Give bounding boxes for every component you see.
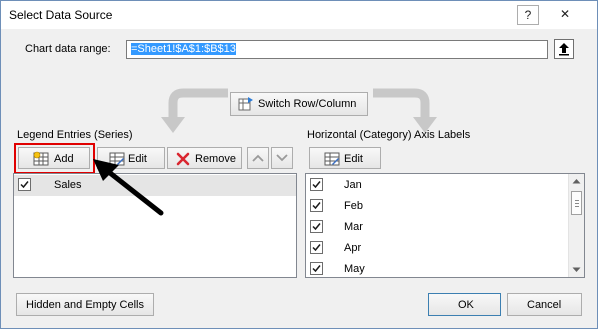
- chevron-up-icon: [252, 154, 264, 162]
- cancel-label: Cancel: [527, 299, 562, 311]
- axis-label-text: Feb: [344, 200, 363, 212]
- edit-axis-labels-label: Edit: [344, 153, 363, 165]
- chart-data-range-value: =Sheet1!$A$1:$B$13: [131, 43, 236, 55]
- legend-entries-heading: Legend Entries (Series): [17, 129, 133, 141]
- ok-button[interactable]: OK: [428, 293, 501, 316]
- edit-table-icon: [324, 152, 340, 166]
- ok-label: OK: [458, 299, 474, 311]
- cancel-button[interactable]: Cancel: [507, 293, 582, 316]
- list-item[interactable]: Feb: [306, 196, 584, 217]
- axis-labels-heading: Horizontal (Category) Axis Labels: [307, 129, 471, 141]
- chart-data-range-input[interactable]: =Sheet1!$A$1:$B$13: [126, 40, 548, 59]
- list-item[interactable]: Apr: [306, 238, 584, 259]
- axis-label-checkbox[interactable]: [310, 199, 323, 212]
- scroll-up-icon[interactable]: [572, 178, 581, 184]
- scroll-thumb[interactable]: [571, 191, 582, 215]
- axis-label-checkbox[interactable]: [310, 178, 323, 191]
- checkmark-icon: [312, 244, 321, 252]
- help-icon: ?: [524, 8, 532, 22]
- hidden-empty-cells-label: Hidden and Empty Cells: [26, 299, 145, 311]
- axis-label-text: May: [344, 263, 365, 275]
- axis-label-text: Mar: [344, 221, 363, 233]
- pointer-arrow-icon: [93, 159, 164, 216]
- axis-list-scrollbar[interactable]: [568, 174, 584, 277]
- remove-series-label: Remove: [195, 153, 236, 165]
- list-item[interactable]: Mar: [306, 217, 584, 238]
- title-bar: Select Data Source ? ✕: [1, 1, 597, 29]
- collapse-arrow-icon: [559, 43, 569, 56]
- select-data-source-dialog: Select Data Source ? ✕ Chart data range:…: [0, 0, 598, 329]
- move-down-button[interactable]: [271, 147, 293, 169]
- axis-label-checkbox[interactable]: [310, 241, 323, 254]
- axis-label-text: Apr: [344, 242, 362, 254]
- list-item[interactable]: Jan: [306, 175, 584, 196]
- add-button-highlight: [14, 143, 95, 174]
- switch-row-column-button[interactable]: Switch Row/Column: [230, 92, 368, 116]
- move-up-button[interactable]: [247, 147, 269, 169]
- checkmark-icon: [312, 223, 321, 231]
- chevron-down-icon: [276, 154, 288, 162]
- axis-labels-list[interactable]: Jan Feb Mar Apr May: [305, 173, 585, 278]
- checkmark-icon: [312, 202, 321, 210]
- scroll-down-icon[interactable]: [572, 267, 581, 273]
- checkmark-icon: [312, 181, 321, 189]
- hidden-empty-cells-button[interactable]: Hidden and Empty Cells: [16, 293, 154, 316]
- checkmark-icon: [312, 265, 321, 273]
- switch-row-column-icon: [238, 97, 253, 111]
- axis-label-text: Jan: [344, 179, 362, 191]
- close-button[interactable]: ✕: [541, 5, 589, 25]
- help-button[interactable]: ?: [517, 5, 539, 25]
- axis-label-checkbox[interactable]: [310, 262, 323, 275]
- series-name: Sales: [54, 179, 82, 191]
- close-icon: ✕: [559, 7, 571, 21]
- series-checkbox[interactable]: [18, 178, 31, 191]
- collapse-dialog-button[interactable]: [554, 39, 574, 59]
- switch-row-column-label: Switch Row/Column: [258, 98, 357, 110]
- window-title: Select Data Source: [9, 8, 113, 22]
- edit-axis-labels-button[interactable]: Edit: [309, 147, 381, 169]
- chart-data-range-label: Chart data range:: [25, 43, 111, 55]
- list-item[interactable]: May: [306, 259, 584, 280]
- axis-label-checkbox[interactable]: [310, 220, 323, 233]
- checkmark-icon: [20, 181, 29, 189]
